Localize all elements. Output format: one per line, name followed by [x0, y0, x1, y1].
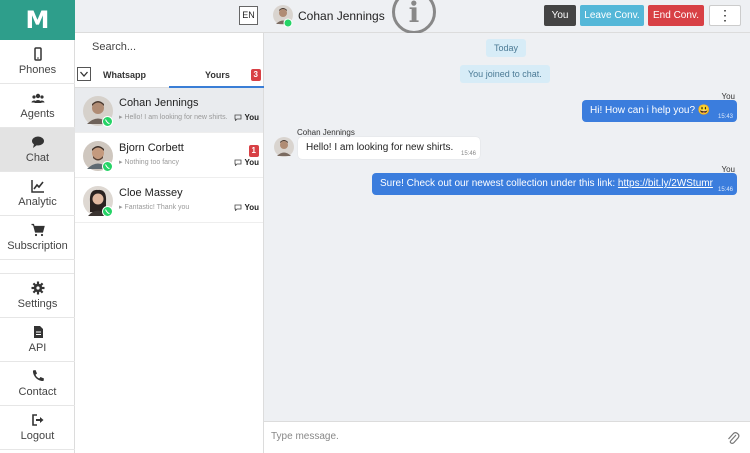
chat-preview: ▸ Hello! I am looking for new shirts.: [119, 114, 228, 121]
message-text: Hello! I am looking for new shirts.: [306, 142, 454, 153]
nav-spacer: [0, 260, 74, 274]
search-bar: [75, 33, 263, 62]
chat-name: Cloe Massey: [119, 187, 183, 199]
users-icon: [31, 93, 44, 103]
logout-icon: [31, 414, 43, 426]
tab-whatsapp[interactable]: Whatsapp: [103, 62, 146, 88]
info-icon[interactable]: i: [392, 0, 436, 34]
chevron-down-icon: [80, 71, 88, 77]
message-bubble: Hi! How can i help you? 😃 15:43: [582, 100, 737, 122]
chat-owner: You: [234, 113, 259, 122]
whatsapp-icon: [102, 161, 113, 172]
tab-yours-label: Yours: [205, 70, 230, 80]
active-contact[interactable]: Cohan Jennings: [273, 5, 385, 27]
chart-icon: [30, 180, 44, 193]
chat-name: Cohan Jennings: [119, 97, 199, 109]
avatar: [274, 137, 294, 157]
message-time: 15:46: [460, 151, 476, 157]
chat-name: Bjorn Corbett: [119, 142, 184, 154]
nav-agents[interactable]: Agents: [0, 84, 75, 128]
collapse-toggle[interactable]: [77, 67, 91, 81]
unread-badge: 1: [248, 145, 259, 157]
cart-icon: [31, 223, 45, 237]
chat-preview: ▸ Fantastic! Thank you: [119, 204, 190, 211]
phone-icon: [33, 47, 42, 61]
system-message: You joined to chat.: [460, 65, 550, 83]
sidebar: M Phones Agents Chat Analytic Subscripti…: [0, 0, 75, 453]
nav-api[interactable]: API: [0, 318, 75, 362]
message-bubble: Sure! Check out our newest collection un…: [372, 173, 737, 195]
nav-settings[interactable]: Settings: [0, 274, 75, 318]
contact-name: Cohan Jennings: [298, 9, 385, 23]
language-selector[interactable]: EN: [239, 6, 258, 25]
whatsapp-icon: [102, 116, 113, 127]
chat-list-item[interactable]: Cloe Massey ▸ Fantastic! Thank you You: [75, 178, 263, 223]
nav-analytic[interactable]: Analytic: [0, 172, 75, 216]
nav-subscription[interactable]: Subscription: [0, 216, 75, 260]
file-icon: [33, 326, 43, 338]
leave-conversation-button[interactable]: Leave Conv.: [580, 5, 644, 26]
gear-icon: [31, 281, 44, 295]
message-composer: [264, 421, 750, 453]
nav-logout[interactable]: Logout: [0, 406, 75, 450]
top-bar: EN Cohan Jennings i You Leave Conv. End …: [75, 0, 750, 34]
chat-owner: You: [234, 203, 259, 212]
message-sender: Cohan Jennings: [297, 128, 355, 137]
message-bubble: Hello! I am looking for new shirts. 15:4…: [298, 137, 480, 159]
chat-icon: [31, 136, 44, 148]
message-text: Hi! How can i help you? 😃: [590, 105, 711, 116]
comment-icon: [235, 114, 242, 121]
app-logo[interactable]: M: [0, 0, 75, 40]
end-conversation-button[interactable]: End Conv.: [648, 5, 704, 26]
comment-icon: [235, 204, 242, 211]
nav-chat[interactable]: Chat: [0, 128, 75, 172]
nav-phones[interactable]: Phones: [0, 40, 75, 84]
chat-owner: You: [234, 158, 259, 167]
message-time: 15:43: [717, 114, 733, 120]
chat-list-item[interactable]: Bjorn Corbett 1 ▸ Nothing too fancy You: [75, 133, 263, 178]
paperclip-icon[interactable]: [726, 430, 740, 446]
comment-icon: [235, 159, 242, 166]
chat-list-panel: Whatsapp Yours 3 Cohan Jennings ▸ Hello!…: [75, 33, 264, 453]
chat-preview: ▸ Nothing too fancy: [119, 159, 179, 166]
phone-handset-icon: [32, 370, 44, 382]
assign-you-button[interactable]: You: [544, 5, 576, 26]
whatsapp-icon: [102, 206, 113, 217]
conversation-panel: Today You joined to chat. You Hi! How ca…: [264, 33, 750, 421]
search-input[interactable]: [92, 41, 252, 53]
more-options-button[interactable]: ⋮: [709, 5, 741, 26]
yours-count-badge: 3: [250, 69, 261, 81]
message-time: 15:46: [717, 187, 733, 193]
date-divider: Today: [486, 39, 527, 57]
message-input[interactable]: [271, 431, 711, 442]
tab-yours[interactable]: Yours: [169, 62, 264, 88]
nav-contact[interactable]: Contact: [0, 362, 75, 406]
message-text: Sure! Check out our newest collection un…: [380, 178, 618, 189]
chat-tabs: Whatsapp Yours 3: [75, 62, 264, 88]
message-link[interactable]: https://bit.ly/2WStumr: [618, 178, 713, 189]
avatar: [273, 5, 293, 27]
chat-list-item[interactable]: Cohan Jennings ▸ Hello! I am looking for…: [75, 88, 263, 133]
